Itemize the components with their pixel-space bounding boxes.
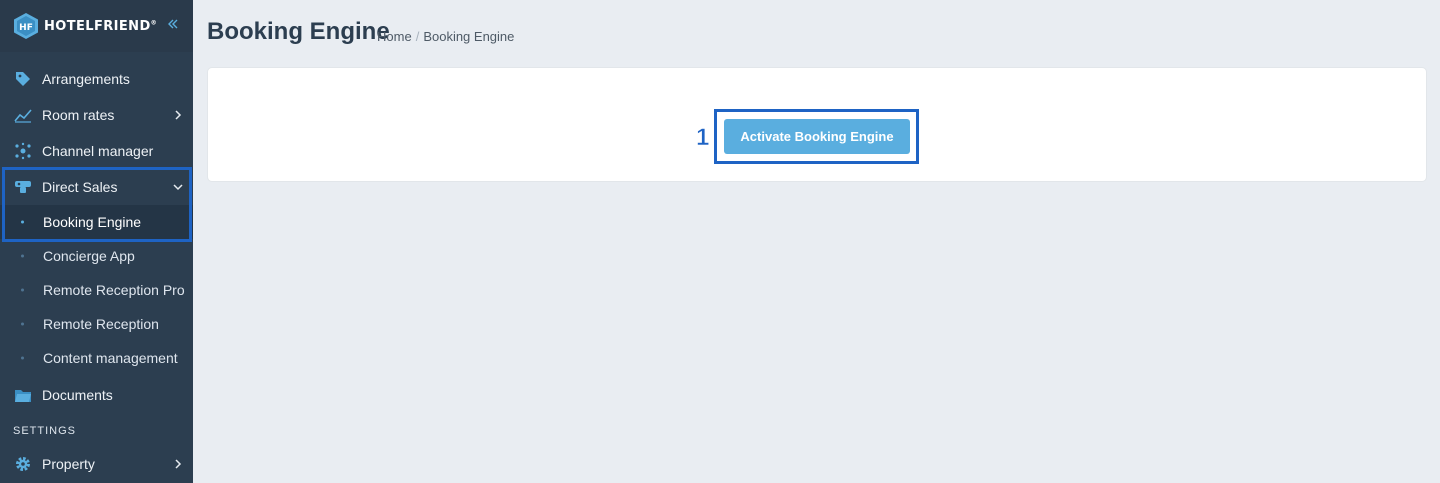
sidebar-subitem-label: Booking Engine <box>43 214 142 230</box>
page-title: Booking Engine <box>207 18 390 45</box>
chart-icon <box>13 105 33 125</box>
collapse-sidebar-icon[interactable] <box>167 17 179 35</box>
sidebar-item-channel-manager[interactable]: Channel manager <box>0 133 193 169</box>
sidebar-subitem-label: Remote Reception <box>43 316 159 332</box>
sidebar-item-documents[interactable]: Documents <box>0 377 193 413</box>
sidebar-subitem-content-management[interactable]: Content management <box>0 341 193 375</box>
breadcrumb-current: Booking Engine <box>423 29 515 44</box>
folder-icon <box>13 385 33 405</box>
sidebar-subitem-remote-reception[interactable]: Remote Reception <box>0 307 193 341</box>
sidebar-item-label: Direct Sales <box>42 179 118 195</box>
gear-icon <box>13 454 33 474</box>
activate-booking-engine-button[interactable]: Activate Booking Engine <box>724 119 910 154</box>
bullet-icon <box>21 322 24 326</box>
bullet-icon <box>21 356 24 360</box>
sidebar-item-label: Room rates <box>42 107 115 123</box>
sidebar-item-room-rates[interactable]: Room rates <box>0 97 193 133</box>
step-marker: 1 <box>696 124 710 152</box>
sidebar-item-label: Documents <box>42 387 113 403</box>
sidebar-subitem-label: Remote Reception Pro <box>43 282 185 298</box>
tag-icon <box>13 69 33 89</box>
sidebar-item-label: Channel manager <box>42 143 154 159</box>
sidebar-item-label: Arrangements <box>42 71 130 87</box>
sidebar-item-direct-sales[interactable]: Direct Sales <box>0 169 193 205</box>
chevron-right-icon <box>175 459 182 469</box>
chevron-down-icon <box>173 184 183 191</box>
sidebar: HF HOTELFRIEND® Arrangements Room rates … <box>0 0 193 483</box>
brand-header: HF HOTELFRIEND® <box>0 0 193 52</box>
direct-sales-icon <box>13 177 33 197</box>
sidebar-subitem-label: Concierge App <box>43 248 135 264</box>
network-icon <box>13 141 33 161</box>
brand-trademark: ® <box>150 19 158 27</box>
sidebar-subitem-label: Content management <box>43 350 178 366</box>
bullet-icon <box>21 220 24 224</box>
sidebar-subitem-remote-reception-pro[interactable]: Remote Reception Pro <box>0 273 193 307</box>
breadcrumb-home[interactable]: Home <box>377 29 412 44</box>
breadcrumb-separator: / <box>415 29 420 44</box>
hotelfriend-logo-icon: HF <box>14 13 38 39</box>
breadcrumb: Home / Booking Engine <box>377 29 514 44</box>
brand-name: HOTELFRIEND® <box>44 19 157 34</box>
sidebar-item-arrangements[interactable]: Arrangements <box>0 61 193 97</box>
sidebar-subitem-concierge-app[interactable]: Concierge App <box>0 239 193 273</box>
bullet-icon <box>21 254 24 258</box>
sidebar-subitem-booking-engine[interactable]: Booking Engine <box>0 205 193 239</box>
sidebar-item-property[interactable]: Property <box>0 446 193 482</box>
sidebar-item-label: Property <box>42 456 95 472</box>
bullet-icon <box>21 288 24 292</box>
chevron-right-icon <box>175 110 182 120</box>
brand-name-text: HOTELFRIEND <box>44 18 151 34</box>
settings-section-label: SETTINGS <box>13 425 77 437</box>
logo-letters: HF <box>19 23 33 33</box>
